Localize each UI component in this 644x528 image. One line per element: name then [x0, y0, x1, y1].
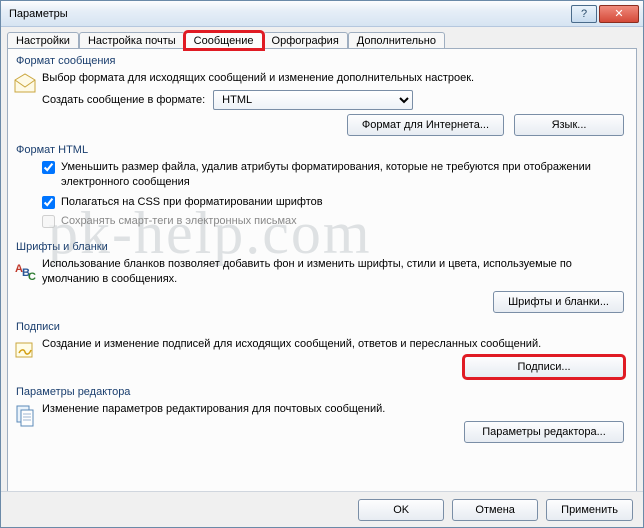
- tab-strip: Настройки Настройка почты Сообщение Орфо…: [1, 27, 643, 48]
- button-label: Подписи...: [517, 361, 570, 373]
- group-title: Подписи: [16, 321, 628, 335]
- signature-icon: [12, 337, 38, 363]
- tab-label: Орфография: [272, 35, 339, 47]
- group-fonts-stationery: Шрифты и бланки ABC Использование бланко…: [16, 241, 628, 315]
- dialog-footer: OK Отмена Применить: [1, 491, 643, 527]
- tab-label: Настройки: [16, 35, 70, 47]
- group-html-format: Формат HTML Уменьшить размер файла, удал…: [16, 144, 628, 236]
- tab-label: Настройка почты: [88, 35, 176, 47]
- checkbox-smart-tags[interactable]: Сохранять смарт-теги в электронных письм…: [42, 214, 624, 229]
- checkbox-label: Сохранять смарт-теги в электронных письм…: [61, 214, 297, 229]
- checkbox-reduce-size[interactable]: Уменьшить размер файла, удалив атрибуты …: [42, 160, 624, 191]
- button-label: Шрифты и бланки...: [508, 296, 609, 308]
- document-icon: [12, 402, 38, 428]
- dialog-window: Параметры ? ✕ Настройки Настройка почты …: [0, 0, 644, 528]
- signatures-description: Создание и изменение подписей для исходя…: [42, 337, 624, 352]
- ok-button[interactable]: OK: [358, 499, 444, 521]
- button-label: Язык...: [552, 119, 587, 131]
- group-title: Формат сообщения: [16, 55, 628, 69]
- button-label: Параметры редактора...: [482, 426, 606, 438]
- tab-settings[interactable]: Настройки: [7, 32, 79, 49]
- compose-format-label: Создать сообщение в формате:: [42, 94, 205, 106]
- content-panel: pk-help.com Формат сообщения Выбор форма…: [7, 48, 637, 492]
- abc-icon: ABC: [12, 257, 38, 283]
- checkbox-label: Полагаться на CSS при форматировании шри…: [61, 195, 323, 210]
- envelope-icon: [12, 71, 38, 97]
- group-title: Шрифты и бланки: [16, 241, 628, 255]
- group-message-format: Формат сообщения Выбор формата для исход…: [16, 55, 628, 138]
- signatures-button[interactable]: Подписи...: [464, 356, 624, 378]
- tab-message[interactable]: Сообщение: [185, 32, 263, 49]
- checkbox-input[interactable]: [42, 215, 55, 228]
- tab-label: Сообщение: [194, 35, 254, 47]
- checkbox-input[interactable]: [42, 196, 55, 209]
- svg-text:C: C: [28, 271, 36, 282]
- tab-mail-setup[interactable]: Настройка почты: [79, 32, 185, 49]
- help-button[interactable]: ?: [571, 5, 597, 23]
- tab-label: Дополнительно: [357, 35, 436, 47]
- language-button[interactable]: Язык...: [514, 114, 624, 136]
- button-label: OK: [393, 504, 409, 516]
- apply-button[interactable]: Применить: [546, 499, 633, 521]
- editor-options-button[interactable]: Параметры редактора...: [464, 421, 624, 443]
- checkbox-rely-css[interactable]: Полагаться на CSS при форматировании шри…: [42, 195, 624, 210]
- button-label: Применить: [561, 504, 618, 516]
- group-title: Параметры редактора: [16, 386, 628, 400]
- button-label: Формат для Интернета...: [362, 119, 489, 131]
- group-editor-options: Параметры редактора Изменение параметров…: [16, 386, 628, 445]
- compose-format-select[interactable]: HTML: [213, 90, 413, 110]
- format-description: Выбор формата для исходящих сообщений и …: [42, 71, 624, 86]
- tab-spelling[interactable]: Орфография: [263, 32, 348, 49]
- fonts-description: Использование бланков позволяет добавить…: [42, 257, 624, 287]
- internet-format-button[interactable]: Формат для Интернета...: [347, 114, 504, 136]
- close-button[interactable]: ✕: [599, 5, 639, 23]
- checkbox-label: Уменьшить размер файла, удалив атрибуты …: [61, 160, 624, 191]
- titlebar: Параметры ? ✕: [1, 1, 643, 27]
- window-title: Параметры: [9, 8, 571, 20]
- group-title: Формат HTML: [16, 144, 628, 158]
- button-label: Отмена: [475, 504, 514, 516]
- window-buttons: ? ✕: [571, 5, 639, 23]
- tab-advanced[interactable]: Дополнительно: [348, 32, 445, 49]
- editor-description: Изменение параметров редактирования для …: [42, 402, 624, 417]
- group-signatures: Подписи Создание и изменение подписей дл…: [16, 321, 628, 380]
- checkbox-input[interactable]: [42, 161, 55, 174]
- cancel-button[interactable]: Отмена: [452, 499, 538, 521]
- fonts-stationery-button[interactable]: Шрифты и бланки...: [493, 291, 624, 313]
